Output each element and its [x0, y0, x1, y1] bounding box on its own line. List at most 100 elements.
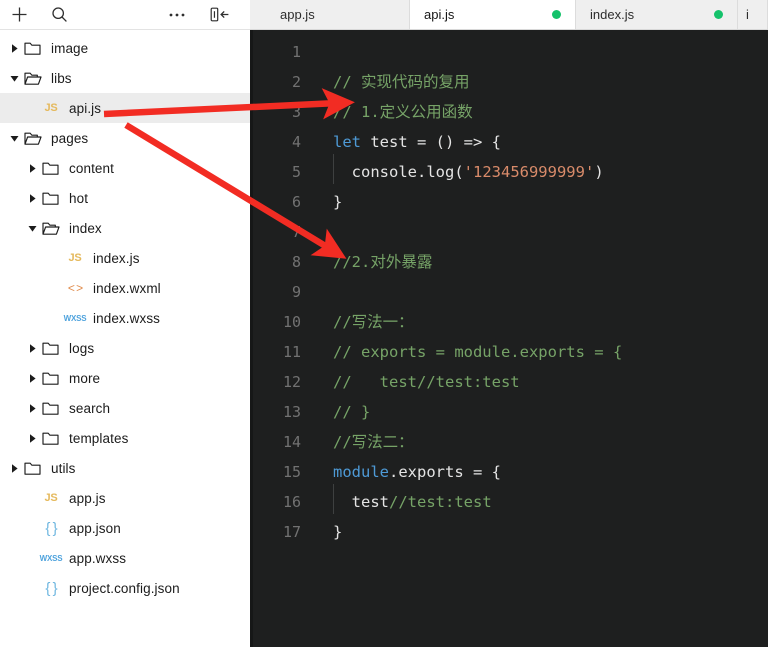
code-line[interactable]: 4 let test = () => { — [253, 127, 768, 157]
tree-item-label: hot — [69, 190, 89, 206]
folder-closed-icon — [40, 161, 62, 176]
tree-folder-image[interactable]: image — [0, 33, 250, 63]
code-line[interactable]: 7 — [253, 217, 768, 247]
code-text[interactable]: console.log('123456999999') — [311, 154, 768, 187]
explorer-sidebar: image libs JS api.js pages content hot index JS i… — [0, 0, 250, 647]
tree-folder-libs[interactable]: libs — [0, 63, 250, 93]
tree-twisty[interactable] — [24, 373, 40, 384]
tree-folder-index[interactable]: index — [0, 213, 250, 243]
file-tree[interactable]: image libs JS api.js pages content hot index JS i… — [0, 30, 250, 647]
tree-file-index-js[interactable]: JS index.js — [0, 243, 250, 273]
tree-twisty[interactable] — [6, 43, 22, 54]
code-line[interactable]: 1 — [253, 37, 768, 67]
tree-twisty[interactable] — [24, 223, 40, 234]
code-line[interactable]: 13 // } — [253, 397, 768, 427]
chevron-right-icon — [29, 193, 36, 203]
chevron-right-icon — [11, 43, 18, 53]
code-text[interactable]: // exports = module.exports = { — [311, 337, 768, 367]
code-token: // exports = module.exports = { — [333, 343, 623, 361]
code-token: let — [333, 133, 361, 151]
code-line[interactable]: 17} — [253, 517, 768, 547]
code-text[interactable]: let test = () => { — [311, 127, 768, 157]
code-text[interactable]: //写法一： — [311, 307, 768, 337]
tree-folder-hot[interactable]: hot — [0, 183, 250, 213]
tree-twisty[interactable] — [24, 433, 40, 444]
tree-file-index-wxss[interactable]: WXSS index.wxss — [0, 303, 250, 333]
code-text[interactable]: // test//test:test — [311, 367, 768, 397]
tab-label: api.js — [424, 7, 455, 22]
tree-file-app-json[interactable]: { } app.json — [0, 513, 250, 543]
code-text[interactable]: //写法二： — [311, 427, 768, 457]
code-line[interactable]: 10 //写法一： — [253, 307, 768, 337]
tree-folder-more[interactable]: more — [0, 363, 250, 393]
code-token: module — [333, 463, 389, 481]
code-line[interactable]: 5 console.log('123456999999') — [253, 154, 768, 187]
code-line[interactable]: 3 // 1.定义公用函数 — [253, 97, 768, 127]
tree-item-label: content — [69, 160, 114, 176]
indent-guide — [333, 484, 334, 514]
tree-twisty[interactable] — [24, 163, 40, 174]
json-file-icon: { } — [40, 580, 62, 597]
json-badge: { } — [45, 519, 57, 537]
tree-file-app-js[interactable]: JS app.js — [0, 483, 250, 513]
code-area[interactable]: 1 2// 实现代码的复用 3// 1.定义公用函数 4 let test = () =… — [253, 30, 768, 647]
tree-file-app-wxss[interactable]: WXSS app.wxss — [0, 543, 250, 573]
code-text[interactable]: } — [311, 517, 768, 547]
code-text[interactable]: // } — [311, 397, 768, 427]
tree-twisty[interactable] — [24, 193, 40, 204]
tree-item-label: app.wxss — [69, 550, 127, 566]
unsaved-indicator-dot[interactable] — [552, 10, 561, 19]
code-text[interactable]: // 实现代码的复用 — [311, 67, 768, 97]
unsaved-indicator-dot[interactable] — [714, 10, 723, 19]
tree-folder-utils[interactable]: utils — [0, 453, 250, 483]
editor-tab-api-js[interactable]: api.js — [410, 0, 576, 29]
code-token: '123456999999' — [463, 163, 595, 181]
code-line[interactable]: 8 //2.对外暴露 — [253, 247, 768, 277]
code-line[interactable]: 6} — [253, 187, 768, 217]
wxml-badge: < > — [67, 281, 83, 295]
code-line[interactable]: 14 //写法二： — [253, 427, 768, 457]
line-number: 14 — [282, 433, 301, 451]
tree-twisty[interactable] — [24, 343, 40, 354]
line-number: 4 — [291, 133, 301, 151]
chevron-right-icon — [29, 433, 36, 443]
tree-twisty[interactable] — [6, 73, 22, 84]
folder-open-icon — [40, 221, 62, 236]
code-line[interactable]: 9 — [253, 277, 768, 307]
folder-closed-icon — [22, 41, 44, 56]
tree-folder-search[interactable]: search — [0, 393, 250, 423]
code-text[interactable]: //2.对外暴露 — [311, 247, 768, 277]
tree-twisty[interactable] — [6, 463, 22, 474]
collapse-sidebar-button[interactable] — [205, 1, 235, 29]
code-line[interactable]: 15 module.exports = { — [253, 457, 768, 487]
tree-folder-pages[interactable]: pages — [0, 123, 250, 153]
tree-item-label: index.js — [93, 250, 140, 266]
editor-tab-overflow[interactable]: i — [738, 0, 768, 29]
chevron-right-icon — [29, 163, 36, 173]
code-line[interactable]: 12 // test//test:test — [253, 367, 768, 397]
code-line[interactable]: 16 test//test:test — [253, 484, 768, 517]
code-line[interactable]: 2 // 实现代码的复用 — [253, 67, 768, 97]
editor-body: 1 2// 实现代码的复用 3// 1.定义公用函数 4 let test = () =… — [250, 30, 768, 647]
editor-tab-app-js[interactable]: app.js — [250, 0, 410, 29]
search-button[interactable] — [44, 1, 74, 29]
tree-folder-content[interactable]: content — [0, 153, 250, 183]
tree-folder-templates[interactable]: templates — [0, 423, 250, 453]
tree-file-project-config-json[interactable]: { } project.config.json — [0, 573, 250, 603]
editor-tab-index-js[interactable]: index.js — [576, 0, 738, 29]
code-text[interactable]: } — [311, 187, 768, 217]
folder-closed-icon — [42, 342, 59, 355]
more-options-button[interactable] — [162, 1, 192, 29]
tree-file-index-wxml[interactable]: < > index.wxml — [0, 273, 250, 303]
code-text[interactable]: module.exports = { — [311, 457, 768, 487]
editor-tabbar[interactable]: app.js api.js index.js i — [250, 0, 768, 30]
code-line[interactable]: 11 // exports = module.exports = { — [253, 337, 768, 367]
folder-closed-icon — [42, 372, 59, 385]
tree-twisty[interactable] — [24, 403, 40, 414]
code-text[interactable]: test//test:test — [311, 484, 768, 517]
code-text[interactable]: // 1.定义公用函数 — [311, 97, 768, 127]
tree-folder-logs[interactable]: logs — [0, 333, 250, 363]
add-file-button[interactable] — [4, 1, 34, 29]
tree-file-api-js[interactable]: JS api.js — [0, 93, 250, 123]
tree-twisty[interactable] — [6, 133, 22, 144]
